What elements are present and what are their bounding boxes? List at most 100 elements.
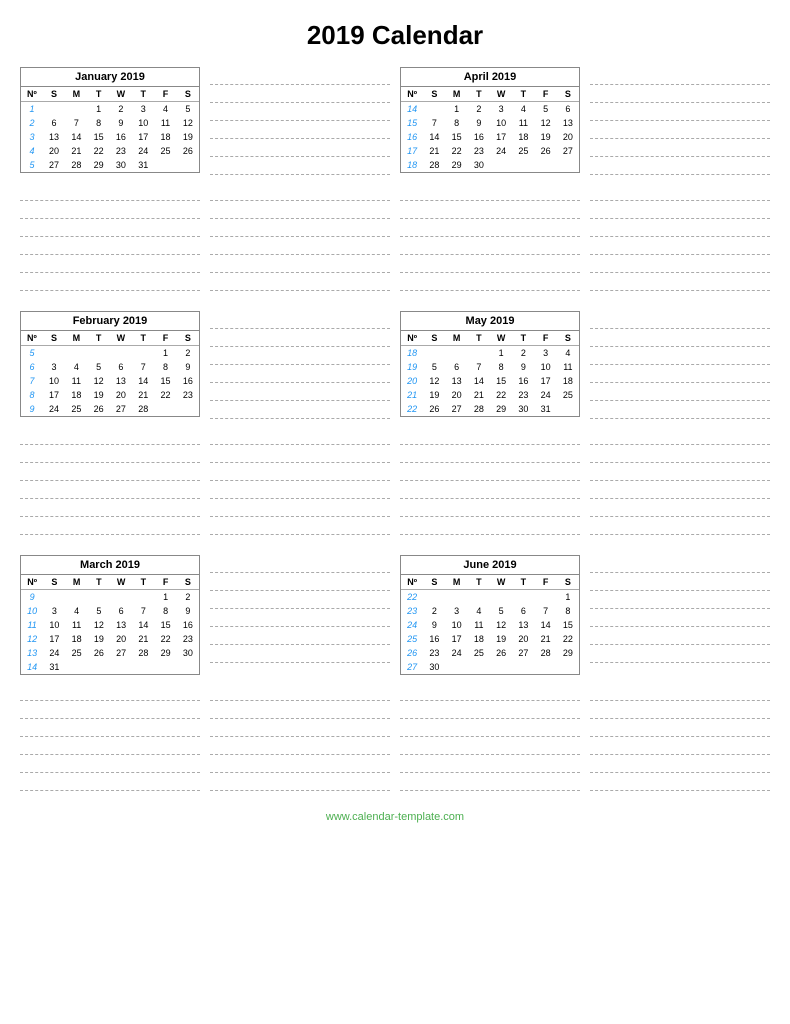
note-line[interactable] xyxy=(20,201,200,219)
note-line[interactable] xyxy=(210,103,390,121)
note-line[interactable] xyxy=(590,121,770,139)
note-line[interactable] xyxy=(20,683,200,701)
note-line[interactable] xyxy=(590,573,770,591)
note-line[interactable] xyxy=(210,401,390,419)
note-line[interactable] xyxy=(210,445,390,463)
note-line[interactable] xyxy=(210,255,390,273)
note-line[interactable] xyxy=(210,85,390,103)
note-line[interactable] xyxy=(210,201,390,219)
note-line[interactable] xyxy=(20,463,200,481)
note-line[interactable] xyxy=(20,183,200,201)
note-line[interactable] xyxy=(590,481,770,499)
note-line[interactable] xyxy=(400,499,580,517)
note-line[interactable] xyxy=(400,773,580,791)
note-line[interactable] xyxy=(400,237,580,255)
note-line[interactable] xyxy=(20,755,200,773)
note-line[interactable] xyxy=(400,701,580,719)
note-line[interactable] xyxy=(210,645,390,663)
note-line[interactable] xyxy=(210,499,390,517)
note-line[interactable] xyxy=(590,427,770,445)
note-line[interactable] xyxy=(210,311,390,329)
note-line[interactable] xyxy=(590,67,770,85)
note-line[interactable] xyxy=(210,701,390,719)
note-line[interactable] xyxy=(590,401,770,419)
note-line[interactable] xyxy=(400,463,580,481)
note-line[interactable] xyxy=(590,737,770,755)
note-line[interactable] xyxy=(20,517,200,535)
note-line[interactable] xyxy=(210,183,390,201)
note-line[interactable] xyxy=(590,755,770,773)
note-line[interactable] xyxy=(210,427,390,445)
note-line[interactable] xyxy=(20,499,200,517)
note-line[interactable] xyxy=(210,627,390,645)
note-line[interactable] xyxy=(20,255,200,273)
note-line[interactable] xyxy=(400,445,580,463)
note-line[interactable] xyxy=(400,737,580,755)
note-line[interactable] xyxy=(590,773,770,791)
note-line[interactable] xyxy=(210,555,390,573)
note-line[interactable] xyxy=(210,67,390,85)
note-line[interactable] xyxy=(400,255,580,273)
note-line[interactable] xyxy=(210,273,390,291)
note-line[interactable] xyxy=(400,273,580,291)
note-line[interactable] xyxy=(590,719,770,737)
note-line[interactable] xyxy=(590,591,770,609)
note-line[interactable] xyxy=(20,237,200,255)
note-line[interactable] xyxy=(210,139,390,157)
note-line[interactable] xyxy=(590,103,770,121)
note-line[interactable] xyxy=(590,347,770,365)
note-line[interactable] xyxy=(590,219,770,237)
note-line[interactable] xyxy=(210,365,390,383)
note-line[interactable] xyxy=(210,157,390,175)
note-line[interactable] xyxy=(20,737,200,755)
note-line[interactable] xyxy=(20,773,200,791)
note-line[interactable] xyxy=(400,719,580,737)
note-line[interactable] xyxy=(590,499,770,517)
note-line[interactable] xyxy=(590,645,770,663)
note-line[interactable] xyxy=(590,255,770,273)
note-line[interactable] xyxy=(590,445,770,463)
note-line[interactable] xyxy=(590,365,770,383)
note-line[interactable] xyxy=(210,329,390,347)
note-line[interactable] xyxy=(590,383,770,401)
note-line[interactable] xyxy=(20,701,200,719)
note-line[interactable] xyxy=(590,609,770,627)
note-line[interactable] xyxy=(210,121,390,139)
note-line[interactable] xyxy=(210,383,390,401)
note-line[interactable] xyxy=(210,481,390,499)
note-line[interactable] xyxy=(590,85,770,103)
note-line[interactable] xyxy=(590,627,770,645)
note-line[interactable] xyxy=(590,157,770,175)
note-line[interactable] xyxy=(590,311,770,329)
note-line[interactable] xyxy=(590,201,770,219)
note-line[interactable] xyxy=(400,183,580,201)
note-line[interactable] xyxy=(210,609,390,627)
note-line[interactable] xyxy=(590,683,770,701)
note-line[interactable] xyxy=(210,219,390,237)
note-line[interactable] xyxy=(590,329,770,347)
note-line[interactable] xyxy=(210,517,390,535)
note-line[interactable] xyxy=(400,517,580,535)
note-line[interactable] xyxy=(400,201,580,219)
note-line[interactable] xyxy=(590,517,770,535)
note-line[interactable] xyxy=(210,237,390,255)
note-line[interactable] xyxy=(590,463,770,481)
note-line[interactable] xyxy=(210,755,390,773)
note-line[interactable] xyxy=(210,573,390,591)
note-line[interactable] xyxy=(590,237,770,255)
note-line[interactable] xyxy=(210,773,390,791)
note-line[interactable] xyxy=(210,463,390,481)
note-line[interactable] xyxy=(20,445,200,463)
note-line[interactable] xyxy=(590,183,770,201)
note-line[interactable] xyxy=(20,219,200,237)
note-line[interactable] xyxy=(400,755,580,773)
note-line[interactable] xyxy=(20,427,200,445)
note-line[interactable] xyxy=(400,219,580,237)
note-line[interactable] xyxy=(400,427,580,445)
note-line[interactable] xyxy=(400,481,580,499)
note-line[interactable] xyxy=(210,591,390,609)
note-line[interactable] xyxy=(210,737,390,755)
note-line[interactable] xyxy=(20,719,200,737)
note-line[interactable] xyxy=(20,273,200,291)
note-line[interactable] xyxy=(400,683,580,701)
